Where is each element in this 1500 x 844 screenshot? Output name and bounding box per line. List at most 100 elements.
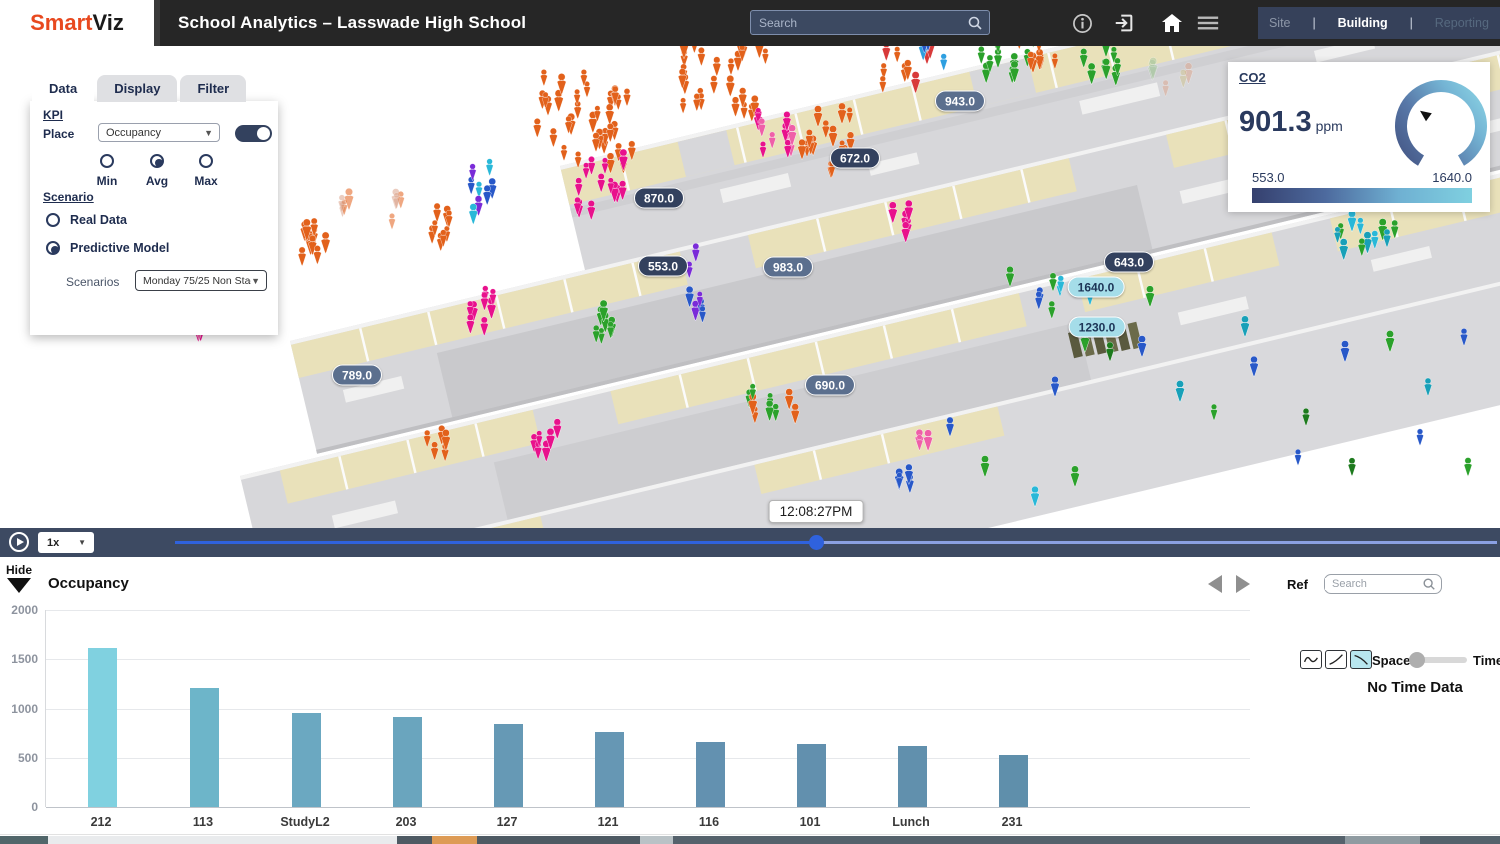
timeline-track-elapsed[interactable] [175,541,816,544]
x-tick-label: 121 [598,815,619,829]
search-icon [1422,577,1436,591]
y-tick-label: 2000 [0,603,38,617]
occupancy-badge[interactable]: 789.0 [332,365,382,386]
bar-Lunch[interactable] [898,746,927,807]
co2-min: 553.0 [1252,170,1285,185]
occupancy-badge[interactable]: 943.0 [935,91,985,112]
page-left-button[interactable] [1208,575,1222,593]
kpi-heading: KPI [43,108,63,122]
bar-116[interactable] [696,742,725,807]
occupancy-badge[interactable]: 553.0 [638,256,688,277]
header-search [750,10,990,35]
person-pin [1295,449,1302,465]
bar-231[interactable] [999,755,1028,807]
occupancy-badge[interactable]: 983.0 [763,257,813,278]
hide-chart-button[interactable]: Hide [6,563,32,593]
occupancy-badge[interactable]: 690.0 [805,375,855,396]
x-tick-label: 101 [800,815,821,829]
y-tick-label: 1500 [0,652,38,666]
bar-127[interactable] [494,724,523,807]
agg-option-max[interactable]: Max [179,154,233,188]
toggle-knob [257,127,270,140]
bar-212[interactable] [88,648,117,807]
radio-icon[interactable] [46,241,60,255]
occupancy-badge[interactable]: 643.0 [1104,252,1154,273]
bar-121[interactable] [595,732,624,807]
nav-item-reporting[interactable]: Reporting [1435,16,1489,30]
strip-segment [397,836,432,844]
scenario-option-real-data[interactable]: Real Data [46,213,127,227]
kpi-toggle[interactable] [235,125,272,142]
search-input[interactable] [751,16,967,30]
tab-filter[interactable]: Filter [180,75,246,102]
bar-113[interactable] [190,688,219,807]
agg-option-avg[interactable]: Avg [130,154,184,188]
chart-title: Occupancy [48,575,129,592]
strip-segment [640,836,673,844]
play-button[interactable] [9,532,29,552]
occupancy-bar-chart [45,610,1250,807]
scenarios-label: Scenarios [66,275,119,289]
timeline-bar: 1x ▼ 12:08:27PM [0,528,1500,557]
falling-curve-chart-button[interactable] [1350,650,1372,669]
radio-icon[interactable] [199,154,213,168]
strip-segment [432,836,477,844]
ref-label: Ref [1287,577,1308,592]
person-pin [1029,46,1037,47]
wave-chart-button[interactable] [1300,650,1322,669]
bar-StudyL2[interactable] [292,713,321,807]
agg-option-min[interactable]: Min [80,154,134,188]
strip-segment [477,836,640,844]
radio-icon[interactable] [100,154,114,168]
logout-icon[interactable] [1112,11,1136,35]
time-label: Time [1473,653,1500,668]
menu-icon[interactable] [1196,11,1220,35]
app-logo: SmartViz [0,0,160,46]
tab-data[interactable]: Data [32,75,94,102]
ref-search-input[interactable] [1325,578,1422,590]
person-pin [894,47,901,63]
x-tick-label: Lunch [892,815,930,829]
app-header: SmartViz School Analytics – Lasswade Hig… [0,0,1500,46]
chevron-down-icon: ▼ [78,538,94,547]
occupancy-badge[interactable]: 870.0 [634,188,684,209]
person-pin [549,128,557,147]
info-icon[interactable] [1070,11,1094,35]
occupancy-badge[interactable]: 1640.0 [1068,277,1125,298]
panel-tabs: DataDisplayFilter [32,75,249,102]
person-pin [882,46,890,61]
nav-item-site[interactable]: Site [1269,16,1291,30]
scenario-option-predictive-model[interactable]: Predictive Model [46,241,169,255]
hide-label: Hide [6,563,32,577]
home-icon[interactable] [1160,11,1184,35]
bar-203[interactable] [393,717,422,807]
person-pin [680,98,687,114]
search-icon[interactable] [967,15,983,31]
page-title: School Analytics – Lasswade High School [178,0,526,46]
person-pin [623,88,630,106]
gridline [46,709,1250,710]
scenarios-select[interactable]: Monday 75/25 Non Stagge ▼ [135,270,267,291]
person-pin [561,145,568,161]
person-pin [321,232,330,254]
person-pin [691,46,698,53]
person-pin [1016,46,1023,49]
nav-item-building[interactable]: Building [1338,16,1388,30]
slider-knob[interactable] [1409,652,1425,668]
timeline-thumb[interactable] [809,535,824,550]
bottom-scroll-strip[interactable] [0,836,1500,844]
person-pin [1348,458,1356,477]
bar-101[interactable] [797,744,826,807]
rising-line-chart-button[interactable] [1325,650,1347,669]
space-time-slider[interactable] [1417,657,1467,663]
radio-icon[interactable] [46,213,60,227]
occupancy-badge[interactable]: 672.0 [830,148,880,169]
tab-display[interactable]: Display [97,75,177,102]
occupancy-badge[interactable]: 1230.0 [1069,317,1126,338]
page-right-button[interactable] [1236,575,1250,593]
speed-select[interactable]: 1x ▼ [38,532,94,553]
radio-icon[interactable] [150,154,164,168]
timeline-track-remaining[interactable] [816,541,1497,544]
chevron-down-icon: ▼ [251,276,266,286]
place-select[interactable]: Occupancy ▼ [98,123,220,142]
